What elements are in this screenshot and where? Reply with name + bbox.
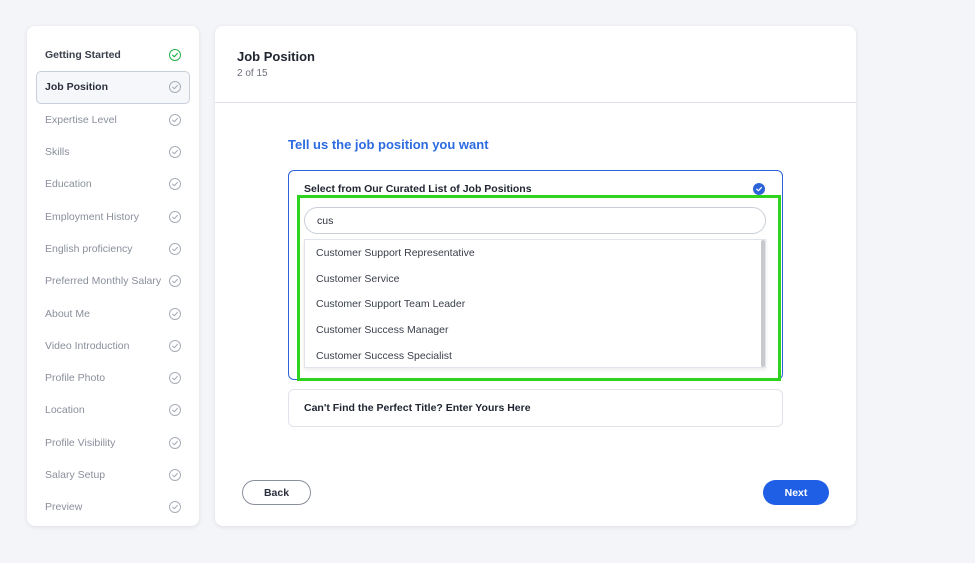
check-circle-icon bbox=[169, 210, 181, 223]
check-circle-icon bbox=[169, 81, 181, 94]
sidebar-item-label: Profile Visibility bbox=[45, 436, 116, 449]
check-circle-icon bbox=[169, 339, 181, 352]
check-circle-icon bbox=[169, 242, 181, 255]
job-search-input[interactable] bbox=[304, 207, 766, 234]
check-circle-icon bbox=[169, 501, 181, 514]
sidebar-item-label: About Me bbox=[45, 307, 90, 320]
sidebar-item-employment-history[interactable]: Employment History bbox=[36, 200, 190, 232]
job-option-customer-support-representative[interactable]: Customer Support Representative bbox=[305, 240, 765, 266]
sidebar-item-label: Getting Started bbox=[45, 49, 121, 62]
sidebar-item-label: Location bbox=[45, 404, 85, 417]
sidebar-item-label: Expertise Level bbox=[45, 113, 117, 126]
step-counter: 2 of 15 bbox=[237, 68, 268, 79]
check-circle-icon bbox=[169, 404, 181, 417]
sidebar-item-job-position[interactable]: Job Position bbox=[36, 71, 190, 104]
back-button[interactable]: Back bbox=[242, 480, 311, 505]
job-option-customer-success-manager[interactable]: Customer Success Manager bbox=[305, 317, 765, 343]
check-circle-icon bbox=[169, 307, 181, 320]
curated-list-card[interactable]: Select from Our Curated List of Job Posi… bbox=[288, 170, 783, 380]
sidebar-item-getting-started[interactable]: Getting Started bbox=[36, 39, 190, 71]
check-circle-icon bbox=[169, 49, 181, 62]
check-circle-icon bbox=[169, 146, 181, 159]
check-circle-icon bbox=[169, 436, 181, 449]
job-option-customer-service[interactable]: Customer Service bbox=[305, 266, 765, 292]
job-option-customer-success-specialist[interactable]: Customer Success Specialist bbox=[305, 343, 765, 369]
page-title: Job Position bbox=[237, 49, 315, 64]
sidebar-item-label: Video Introduction bbox=[45, 339, 130, 352]
sidebar-item-label: Skills bbox=[45, 146, 70, 159]
steps-sidebar: Getting Started Job Position Expertise L… bbox=[27, 26, 199, 526]
sidebar-item-preview[interactable]: Preview bbox=[36, 491, 190, 523]
dropdown-scrollbar[interactable] bbox=[761, 240, 765, 367]
check-circle-icon bbox=[169, 372, 181, 385]
sidebar-item-profile-visibility[interactable]: Profile Visibility bbox=[36, 427, 190, 459]
sidebar-item-expertise-level[interactable]: Expertise Level bbox=[36, 104, 190, 136]
sidebar-item-salary-setup[interactable]: Salary Setup bbox=[36, 459, 190, 491]
sidebar-item-education[interactable]: Education bbox=[36, 168, 190, 200]
sidebar-item-location[interactable]: Location bbox=[36, 394, 190, 426]
sidebar-item-preferred-monthly-salary[interactable]: Preferred Monthly Salary bbox=[36, 265, 190, 297]
sidebar-item-label: Education bbox=[45, 178, 92, 191]
main-header: Job Position 2 of 15 bbox=[215, 26, 856, 103]
check-circle-icon bbox=[169, 469, 181, 481]
sidebar-item-skills[interactable]: Skills bbox=[36, 136, 190, 168]
curated-list-title: Select from Our Curated List of Job Posi… bbox=[304, 183, 532, 195]
sidebar-item-label: Profile Photo bbox=[45, 372, 106, 385]
sidebar-item-label: Salary Setup bbox=[45, 469, 106, 481]
check-circle-icon bbox=[169, 113, 181, 126]
question-heading: Tell us the job position you want bbox=[288, 137, 489, 152]
custom-title-option[interactable]: Can't Find the Perfect Title? Enter Your… bbox=[288, 389, 783, 427]
sidebar-item-label: Preview bbox=[45, 501, 83, 514]
main-card: Job Position 2 of 15 Tell us the job pos… bbox=[215, 26, 856, 526]
job-options-dropdown: Customer Support Representative Customer… bbox=[304, 239, 766, 368]
sidebar-item-label: Employment History bbox=[45, 210, 139, 223]
check-circle-icon bbox=[169, 275, 181, 288]
sidebar-item-label: Job Position bbox=[45, 81, 108, 94]
sidebar-item-label: Preferred Monthly Salary bbox=[45, 275, 162, 288]
sidebar-item-profile-photo[interactable]: Profile Photo bbox=[36, 362, 190, 394]
next-button[interactable]: Next bbox=[763, 480, 829, 505]
selected-check-icon bbox=[753, 183, 765, 195]
check-circle-icon bbox=[169, 178, 181, 191]
sidebar-item-video-introduction[interactable]: Video Introduction bbox=[36, 330, 190, 362]
job-option-customer-support-team-leader[interactable]: Customer Support Team Leader bbox=[305, 292, 765, 318]
sidebar-item-english-proficiency[interactable]: English proficiency bbox=[36, 233, 190, 265]
sidebar-item-about-me[interactable]: About Me bbox=[36, 297, 190, 329]
sidebar-item-label: English proficiency bbox=[45, 242, 133, 255]
